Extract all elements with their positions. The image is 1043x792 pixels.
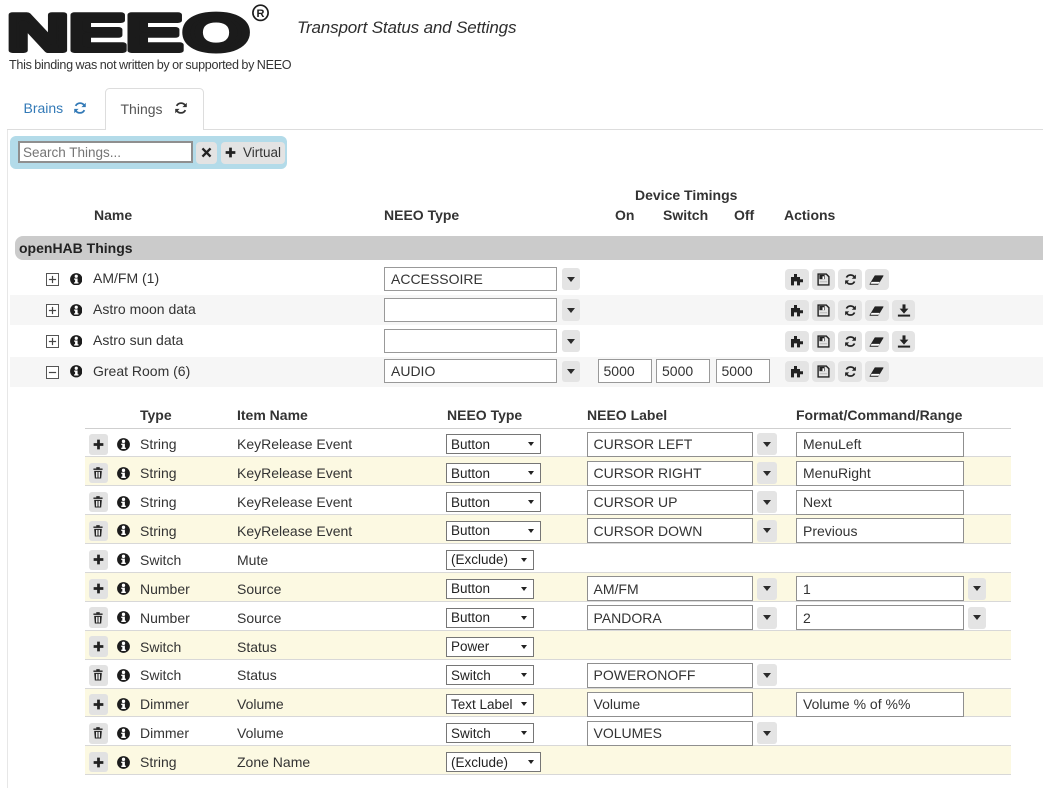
svg-text:NEEO: NEEO xyxy=(7,3,249,60)
svg-text:R: R xyxy=(257,8,265,20)
